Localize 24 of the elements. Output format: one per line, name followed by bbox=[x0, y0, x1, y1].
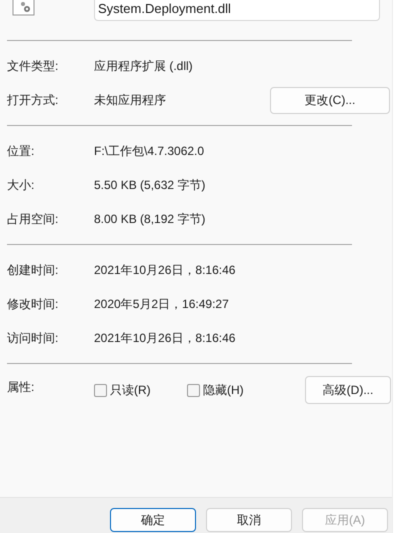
field-label: 大小: bbox=[7, 177, 36, 194]
field-label: 属性: bbox=[7, 379, 36, 396]
field-label: 占用空间: bbox=[7, 211, 60, 228]
field-value: 2021年10月26日，8:16:46 bbox=[94, 330, 236, 347]
field-value: 应用程序扩展 (.dll) bbox=[94, 58, 193, 75]
field-value: 2021年10月26日，8:16:46 bbox=[94, 262, 236, 279]
checkbox[interactable]: 隐藏(H) bbox=[187, 381, 280, 399]
field-value: 未知应用程序 bbox=[94, 92, 166, 109]
field-value: 5.50 KB (5,632 字节) bbox=[94, 177, 206, 194]
dialog-button[interactable]: 取消 bbox=[206, 508, 292, 532]
field-value: F:\工作包\4.7.3062.0 bbox=[94, 143, 204, 160]
file-name-field[interactable]: System.Deployment.dll bbox=[94, 0, 380, 21]
change-button[interactable]: 更改(C)... bbox=[270, 86, 390, 114]
field-label: 位置: bbox=[7, 143, 36, 160]
field-value: 2020年5月2日，16:49:27 bbox=[94, 296, 229, 313]
field-label: 文件类型: bbox=[7, 58, 60, 75]
field-label: 创建时间: bbox=[7, 262, 60, 279]
dialog-button[interactable]: 确定 bbox=[110, 508, 196, 532]
checkbox[interactable]: 只读(R) bbox=[94, 381, 187, 399]
field-label: 修改时间: bbox=[7, 296, 60, 313]
field-value: 8.00 KB (8,192 字节) bbox=[94, 211, 206, 228]
field-label: 打开方式: bbox=[7, 92, 60, 109]
advanced-button[interactable]: 高级(D)... bbox=[305, 376, 391, 404]
field-label: 访问时间: bbox=[7, 330, 60, 347]
